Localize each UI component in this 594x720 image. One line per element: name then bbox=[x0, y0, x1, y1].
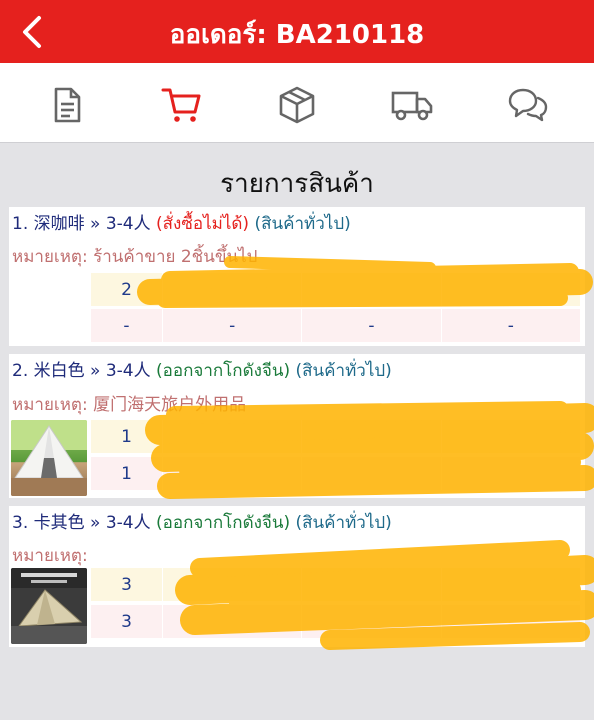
quantity-cell: 1 bbox=[91, 457, 163, 490]
list-item[interactable]: 3. 卡其色 » 3-4人 (ออกจากโกดังจีน) (สินค้าทั… bbox=[9, 506, 585, 647]
table-cell bbox=[302, 605, 442, 638]
item-title: 2. 米白色 » 3-4人 (ออกจากโกดังจีน) (สินค้าทั… bbox=[12, 356, 392, 384]
item-status: (สั่งซื้อไม่ได้) bbox=[156, 214, 250, 234]
tab-shipping[interactable] bbox=[390, 83, 434, 127]
quantity-cell: 2 bbox=[91, 273, 163, 306]
chat-icon bbox=[508, 88, 548, 122]
list-item[interactable]: 1. 深咖啡 » 3-4人 (สั่งซื้อไม่ได้) (สินค้าทั… bbox=[9, 207, 585, 346]
table-row: 2 bbox=[91, 273, 581, 306]
tab-details[interactable] bbox=[45, 83, 89, 127]
tent-image bbox=[11, 568, 87, 644]
table-cell bbox=[442, 605, 581, 638]
table-row: 1 bbox=[91, 420, 581, 453]
product-image[interactable] bbox=[11, 420, 87, 496]
table-cell: - bbox=[163, 309, 303, 342]
item-note: หมายเหตุ: ร้านค้าขาย 2ชิ้นขึ้นไป bbox=[12, 247, 258, 267]
quantity-cell: 3 bbox=[91, 568, 163, 601]
header-bar: ออเดอร์: BA210118 bbox=[0, 0, 594, 63]
table-cell bbox=[302, 273, 442, 306]
table-cell bbox=[163, 457, 303, 490]
item-category: (สินค้าทั่วไป) bbox=[295, 361, 392, 381]
item-name: 3. 卡其色 » 3-4人 bbox=[12, 513, 151, 533]
product-image[interactable] bbox=[11, 568, 87, 644]
table-cell: - bbox=[302, 309, 442, 342]
item-title: 3. 卡其色 » 3-4人 (ออกจากโกดังจีน) (สินค้าทั… bbox=[12, 508, 392, 536]
page-title: ออเดอร์: BA210118 bbox=[169, 20, 425, 50]
table-cell bbox=[163, 420, 303, 453]
table-cell bbox=[302, 568, 442, 601]
item-note: หมายเหตุ: 厦门海天旅户外用品 bbox=[12, 395, 247, 415]
list-item[interactable]: 2. 米白色 » 3-4人 (ออกจากโกดังจีน) (สินค้าทั… bbox=[9, 354, 585, 498]
table-cell bbox=[163, 605, 303, 638]
item-status: (ออกจากโกดังจีน) bbox=[156, 361, 291, 381]
table-cell bbox=[442, 568, 581, 601]
table-cell bbox=[163, 273, 303, 306]
item-name: 1. 深咖啡 » 3-4人 bbox=[12, 214, 151, 234]
item-category: (สินค้าทั่วไป) bbox=[254, 214, 351, 234]
table-cell: - bbox=[442, 309, 581, 342]
order-tab-bar bbox=[0, 63, 594, 143]
table-cell: - bbox=[91, 309, 163, 342]
item-note: หมายเหตุ: bbox=[12, 546, 88, 566]
table-cell bbox=[442, 273, 581, 306]
tab-package[interactable] bbox=[275, 83, 319, 127]
item-category: (สินค้าทั่วไป) bbox=[295, 513, 392, 533]
table-cell bbox=[442, 457, 581, 490]
table-row: 3 bbox=[91, 568, 581, 601]
tent-image bbox=[11, 420, 87, 496]
document-icon bbox=[54, 87, 81, 123]
table-cell bbox=[163, 568, 303, 601]
tab-cart[interactable] bbox=[160, 83, 204, 127]
item-status: (ออกจากโกดังจีน) bbox=[156, 513, 291, 533]
cart-icon bbox=[161, 88, 201, 122]
quantity-cell: 3 bbox=[91, 605, 163, 638]
item-name: 2. 米白色 » 3-4人 bbox=[12, 361, 151, 381]
item-title: 1. 深咖啡 » 3-4人 (สั่งซื้อไม่ได้) (สินค้าทั… bbox=[12, 209, 351, 237]
table-cell bbox=[302, 457, 442, 490]
tab-messages[interactable] bbox=[505, 83, 549, 127]
table-row: 1 bbox=[91, 457, 581, 490]
table-row: - - - - bbox=[91, 309, 581, 342]
table-cell bbox=[442, 420, 581, 453]
package-icon bbox=[279, 86, 315, 124]
section-title: รายการสินค้า bbox=[220, 169, 374, 199]
quantity-cell: 1 bbox=[91, 420, 163, 453]
table-cell bbox=[302, 420, 442, 453]
table-row: 3 bbox=[91, 605, 581, 638]
truck-icon bbox=[391, 91, 433, 121]
